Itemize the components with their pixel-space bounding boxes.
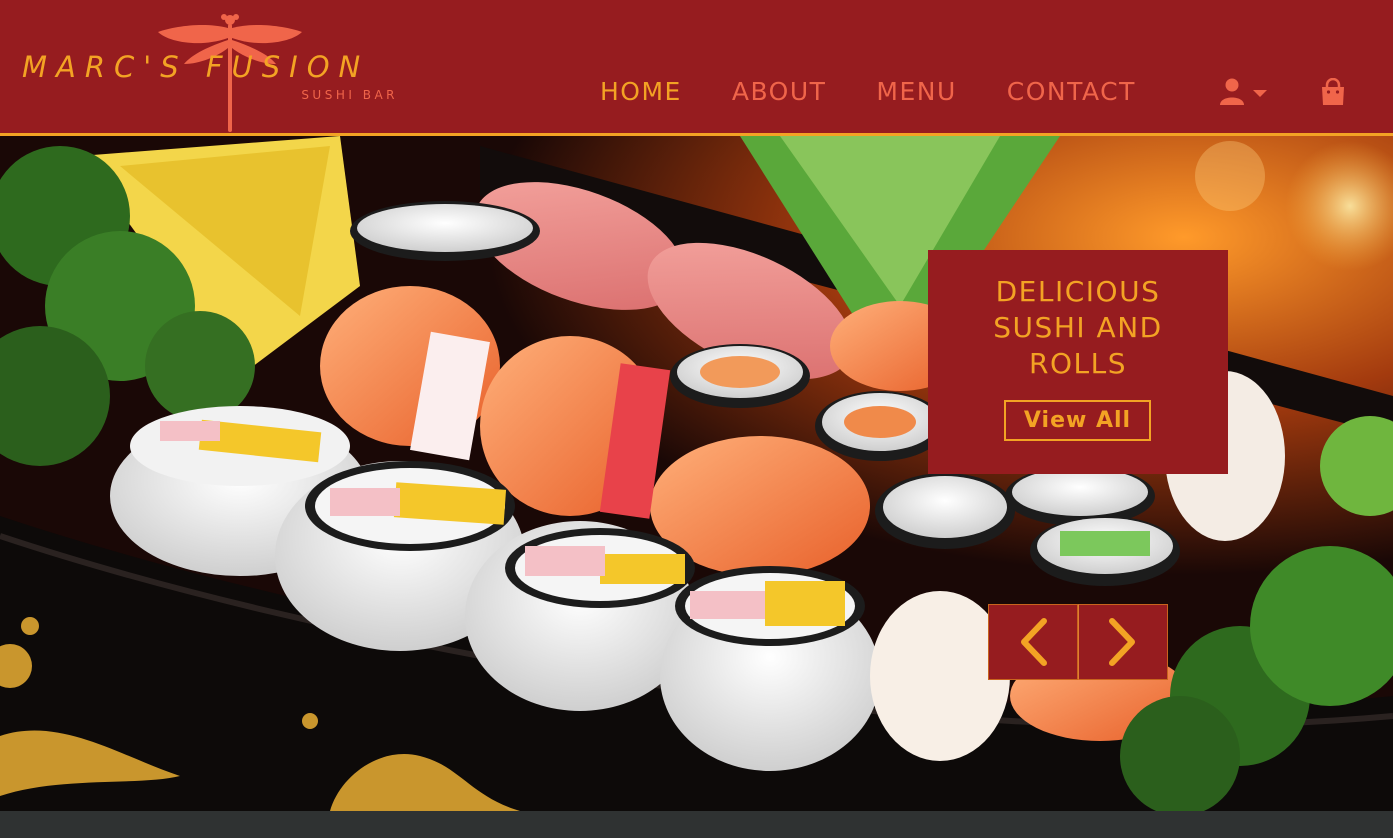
shopping-bag-icon: [1322, 77, 1344, 105]
main-nav: HOME ABOUT MENU CONTACT: [600, 72, 1186, 112]
site-header: MARC'S FUSION SUSHI BAR HOME ABOUT MENU …: [0, 0, 1393, 136]
view-all-button[interactable]: View All: [1004, 400, 1151, 441]
cart-button[interactable]: [1320, 77, 1346, 106]
footer-bar: [0, 811, 1393, 838]
slider-controls: [988, 604, 1168, 680]
nav-contact[interactable]: CONTACT: [1007, 72, 1136, 112]
brand-tagline: SUSHI BAR: [301, 88, 398, 102]
prev-slide-button[interactable]: [988, 604, 1078, 680]
brand-name: MARC'S FUSION: [22, 50, 370, 84]
nav-about[interactable]: ABOUT: [732, 72, 827, 112]
caret-down-icon: [1253, 90, 1267, 97]
next-slide-button[interactable]: [1078, 604, 1168, 680]
user-icon: [1220, 78, 1244, 105]
promo-title: DELICIOUS SUSHI AND ROLLS: [993, 275, 1163, 380]
brand-logo[interactable]: MARC'S FUSION SUSHI BAR: [20, 6, 410, 132]
user-menu-button[interactable]: [1220, 78, 1272, 106]
hero-slider: DELICIOUS SUSHI AND ROLLS View All: [0, 136, 1393, 811]
nav-home[interactable]: HOME: [600, 72, 682, 112]
nav-menu[interactable]: MENU: [876, 72, 956, 112]
chevron-right-icon: [1109, 618, 1135, 666]
promo-card: DELICIOUS SUSHI AND ROLLS View All: [928, 250, 1228, 474]
chevron-left-icon: [1021, 618, 1047, 666]
